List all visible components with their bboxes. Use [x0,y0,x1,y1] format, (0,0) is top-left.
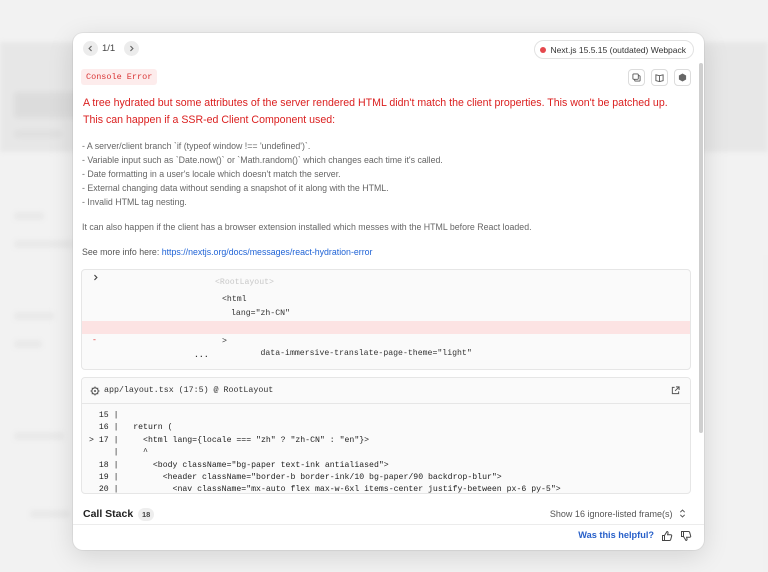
code-frame: app/layout.tsx (17:5) @ RootLayout 15 | … [81,377,691,494]
thumbs-up-icon [662,530,673,541]
list-item: - Invalid HTML tag nesting. [82,197,187,207]
open-in-editor-button[interactable] [671,386,680,398]
diff-faded-line: <RootLayout> [215,278,274,287]
more-info-prefix: See more info here: [82,247,160,257]
dialog-scrollbar[interactable] [699,63,703,433]
list-item: - A server/client branch `if (typeof win… [82,141,311,151]
diff-ellipsis: ... [194,351,209,360]
thumbs-up-button[interactable] [661,529,673,541]
call-stack-count-badge: 18 [138,508,155,521]
status-dot-icon [539,46,546,53]
code-line: 16 | return ( [89,423,173,433]
more-info: See more info here: https://nextjs.org/d… [82,247,372,257]
copy-icon [632,73,641,82]
open-docs-button[interactable] [651,69,668,86]
list-item: - Date formatting in a user's locale whi… [82,169,341,179]
next-error-button[interactable] [124,41,139,56]
code-line: 18 | <body className="bg-paper text-ink … [89,460,389,470]
node-inspector-button[interactable] [674,69,691,86]
code-lines: 15 | 16 | return ( > 17 | <html lang={lo… [82,410,690,494]
external-link-icon [671,386,680,395]
code-line: 20 | <nav className="mx-auto flex max-w-… [89,485,561,494]
diff-removed-line: - data-immersive-translate-page-theme="l… [82,321,690,358]
list-item: - Variable input such as `Date.now()` or… [82,155,443,165]
footer-divider [73,524,704,525]
copy-error-button[interactable] [628,69,645,86]
thumbs-down-icon [681,531,692,542]
feedback-prompt: Was this helpful? [578,530,654,540]
gear-icon [90,386,100,396]
call-stack-heading: Call Stack [83,508,134,520]
show-frames-label: Show 16 ignore-listed frame(s) [549,509,673,519]
error-causes-list: - A server/client branch `if (typeof win… [82,139,443,209]
error-message: A tree hydrated but some attributes of t… [83,97,668,126]
error-overlay-dialog: 1/1 Next.js 15.5.15 (outdated) Webpack C… [73,33,704,550]
hydration-diff: <RootLayout> <html lang="zh-CN" - data-i… [81,269,691,370]
chevron-left-icon [88,45,92,52]
version-label: Next.js 15.5.15 (outdated) Webpack [550,44,686,55]
previous-error-button[interactable] [83,41,98,56]
diff-line: lang="zh-CN" [231,309,290,318]
dialog-topbar: 1/1 Next.js 15.5.15 (outdated) Webpack [73,33,704,65]
code-line-caret: | ^ [89,448,148,458]
chevron-right-icon [130,45,134,52]
code-line: 15 | [89,411,119,420]
chevron-up-down-icon [679,509,686,518]
list-item: - External changing data without sending… [82,183,389,193]
version-badge[interactable]: Next.js 15.5.15 (outdated) Webpack [533,40,694,59]
diff-line: <html [222,295,247,304]
code-frame-header: app/layout.tsx (17:5) @ RootLayout [82,378,690,404]
code-line: 19 | <header className="border-b border-… [89,472,502,482]
docs-icon [655,74,664,82]
show-ignored-frames-button[interactable]: Show 16 ignore-listed frame(s) [550,509,686,519]
code-line-highlighted: > 17 | <html lang={locale === "zh" ? "zh… [89,435,370,445]
thumbs-down-button[interactable] [680,529,692,542]
node-icon [678,73,687,82]
error-pager: 1/1 [102,43,116,54]
docs-link[interactable]: https://nextjs.org/docs/messages/react-h… [162,247,373,257]
error-type-label: Console Error [81,69,158,85]
source-file-path: app/layout.tsx (17:5) @ RootLayout [104,386,274,395]
extension-note: It can also happen if the client has a b… [82,222,532,232]
diff-line: > [222,337,227,346]
